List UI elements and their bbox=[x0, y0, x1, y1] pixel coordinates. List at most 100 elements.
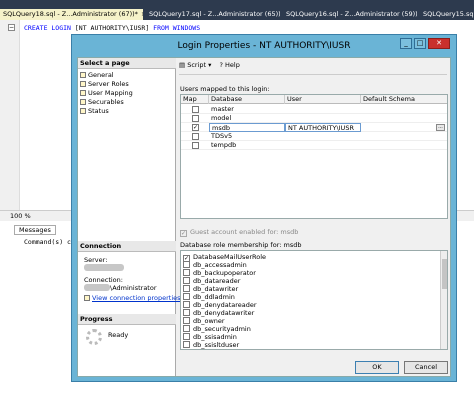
connection-label: Connection: bbox=[84, 276, 123, 284]
doc-tab-sqlquery16[interactable]: SQLQuery16.sql - Z...Administrator (59))… bbox=[283, 9, 417, 20]
keyword-from-windows: FROM WINDOWS bbox=[153, 24, 201, 32]
list-item[interactable]: db_ssisadmin bbox=[183, 333, 237, 341]
database-cell: msdb bbox=[209, 123, 285, 132]
list-item[interactable]: db_ssisoperator bbox=[183, 349, 244, 350]
col-user[interactable]: User bbox=[285, 95, 361, 104]
page-item-securables[interactable]: Securables bbox=[80, 98, 124, 106]
role-checkbox[interactable] bbox=[183, 317, 190, 324]
help-button[interactable]: ? Help bbox=[220, 60, 240, 71]
guest-account-checkbox[interactable]: ✓ bbox=[180, 230, 187, 237]
table-row[interactable]: tempdb bbox=[181, 141, 447, 150]
browse-schema-button[interactable]: ... bbox=[436, 124, 445, 131]
close-icon[interactable]: × bbox=[141, 10, 143, 18]
users-mapped-label: Users mapped to this login: bbox=[180, 85, 270, 93]
user-mapping-grid: Map Database User Default Schema master … bbox=[180, 94, 448, 219]
col-map[interactable]: Map bbox=[181, 95, 209, 104]
view-connection-properties-link[interactable]: View connection properties bbox=[84, 294, 181, 302]
progress-spinner-icon bbox=[86, 329, 102, 345]
page-item-server-roles[interactable]: Server Roles bbox=[80, 80, 129, 88]
page-icon bbox=[80, 81, 86, 87]
close-button[interactable]: ✕ bbox=[428, 38, 450, 49]
user-cell[interactable]: NT AUTHORITY\IUSR bbox=[285, 123, 361, 132]
map-checkbox[interactable] bbox=[192, 115, 199, 122]
table-row[interactable]: model bbox=[181, 114, 447, 123]
user-mapping-pane: ▤ Script ▾ ? Help Users mapped to this l… bbox=[177, 58, 450, 376]
database-cell: TDSv5 bbox=[211, 132, 233, 140]
login-name-text: [NT AUTHORITY\IUSR] bbox=[70, 24, 154, 32]
role-checkbox[interactable] bbox=[183, 333, 190, 340]
script-button[interactable]: ▤ Script ▾ bbox=[179, 60, 211, 71]
role-membership-label: Database role membership for: msdb bbox=[180, 241, 302, 249]
messages-tab[interactable]: Messages bbox=[14, 225, 56, 235]
role-checkbox[interactable] bbox=[183, 309, 190, 316]
map-checkbox[interactable] bbox=[192, 133, 199, 140]
doc-tab-sqlquery15[interactable]: SQLQuery15.sql bbox=[420, 9, 474, 20]
list-item[interactable]: ✓ DatabaseMailUserRole bbox=[183, 253, 266, 262]
doc-tab-sqlquery18[interactable]: SQLQuery18.sql - Z...Administrator (67))… bbox=[0, 9, 143, 20]
list-item[interactable]: db_datawriter bbox=[183, 285, 238, 293]
grid-header: Map Database User Default Schema bbox=[181, 95, 447, 104]
doc-tab-label: SQLQuery16.sql - Z...Administrator (59))… bbox=[286, 10, 417, 18]
role-checkbox[interactable] bbox=[183, 301, 190, 308]
server-value-redacted bbox=[84, 264, 124, 272]
list-item[interactable]: db_securityadmin bbox=[183, 325, 251, 333]
doc-tab-label: SQLQuery17.sql - Z...Administrator (65)) bbox=[149, 10, 280, 18]
table-row-selected[interactable]: ✓ msdb NT AUTHORITY\IUSR ... bbox=[181, 123, 447, 132]
map-checkbox[interactable] bbox=[192, 106, 199, 113]
list-item[interactable]: db_owner bbox=[183, 317, 225, 325]
table-row[interactable]: TDSv5 bbox=[181, 132, 447, 141]
role-checkbox[interactable] bbox=[183, 261, 190, 268]
login-properties-dialog: Login Properties - NT AUTHORITY\IUSR _ □… bbox=[71, 34, 457, 382]
keyword-create-login: CREATE LOGIN bbox=[24, 24, 71, 32]
list-item[interactable]: db_datareader bbox=[183, 277, 240, 285]
list-item[interactable]: db_accessadmin bbox=[183, 261, 247, 269]
guest-account-option[interactable]: ✓ Guest account enabled for: msdb bbox=[180, 228, 298, 237]
role-checkbox[interactable] bbox=[183, 269, 190, 276]
zoom-level[interactable]: 100 % bbox=[10, 212, 31, 220]
editor-gutter: − bbox=[0, 20, 20, 210]
role-checkbox[interactable] bbox=[183, 325, 190, 332]
page-icon bbox=[80, 108, 86, 114]
doc-tab-sqlquery17[interactable]: SQLQuery17.sql - Z...Administrator (65)) bbox=[146, 9, 280, 20]
list-item[interactable]: db_denydatawriter bbox=[183, 309, 254, 317]
page-icon bbox=[80, 99, 86, 105]
database-cell: tempdb bbox=[211, 141, 237, 149]
role-checkbox[interactable] bbox=[183, 277, 190, 284]
server-label: Server: bbox=[84, 256, 108, 264]
list-item[interactable]: db_ddladmin bbox=[183, 293, 235, 301]
col-database[interactable]: Database bbox=[209, 95, 285, 104]
connection-value: \Administrator bbox=[84, 284, 157, 292]
col-default-schema[interactable]: Default Schema bbox=[361, 95, 447, 104]
map-checkbox[interactable] bbox=[192, 142, 199, 149]
database-cell: master bbox=[211, 105, 234, 113]
ok-button[interactable]: OK bbox=[355, 361, 399, 374]
role-checkbox[interactable] bbox=[183, 341, 190, 348]
role-membership-list: ✓ DatabaseMailUserRole db_accessadmin db_… bbox=[180, 250, 448, 350]
list-item[interactable]: db_backupoperator bbox=[183, 269, 256, 277]
progress-header: Progress bbox=[78, 314, 176, 325]
page-item-status[interactable]: Status bbox=[80, 107, 109, 115]
role-checkbox[interactable] bbox=[183, 293, 190, 300]
page-icon bbox=[80, 90, 86, 96]
role-checkbox[interactable] bbox=[183, 285, 190, 292]
scrollbar-thumb[interactable] bbox=[442, 259, 447, 289]
dialog-title: Login Properties - NT AUTHORITY\IUSR bbox=[177, 41, 351, 51]
database-cell: model bbox=[211, 114, 232, 122]
cancel-button[interactable]: Cancel bbox=[404, 361, 448, 374]
toolbar-divider bbox=[179, 74, 447, 75]
table-row[interactable]: master bbox=[181, 105, 447, 114]
collapse-icon[interactable]: − bbox=[8, 24, 15, 31]
properties-icon bbox=[84, 295, 90, 301]
role-checkbox[interactable] bbox=[183, 349, 190, 350]
role-list-scrollbar[interactable] bbox=[440, 251, 447, 349]
list-item[interactable]: db_denydatareader bbox=[183, 301, 257, 309]
script-icon: ▤ bbox=[179, 61, 188, 69]
page-item-user-mapping[interactable]: User Mapping bbox=[80, 89, 133, 97]
connection-header: Connection bbox=[78, 241, 176, 252]
maximize-button[interactable]: □ bbox=[414, 38, 426, 49]
document-tab-strip: SQLQuery18.sql - Z...Administrator (67))… bbox=[0, 0, 474, 20]
list-item[interactable]: db_ssisltduser bbox=[183, 341, 239, 349]
map-checkbox-checked[interactable]: ✓ bbox=[192, 124, 199, 131]
minimize-button[interactable]: _ bbox=[400, 38, 412, 49]
page-item-general[interactable]: General bbox=[80, 71, 114, 79]
